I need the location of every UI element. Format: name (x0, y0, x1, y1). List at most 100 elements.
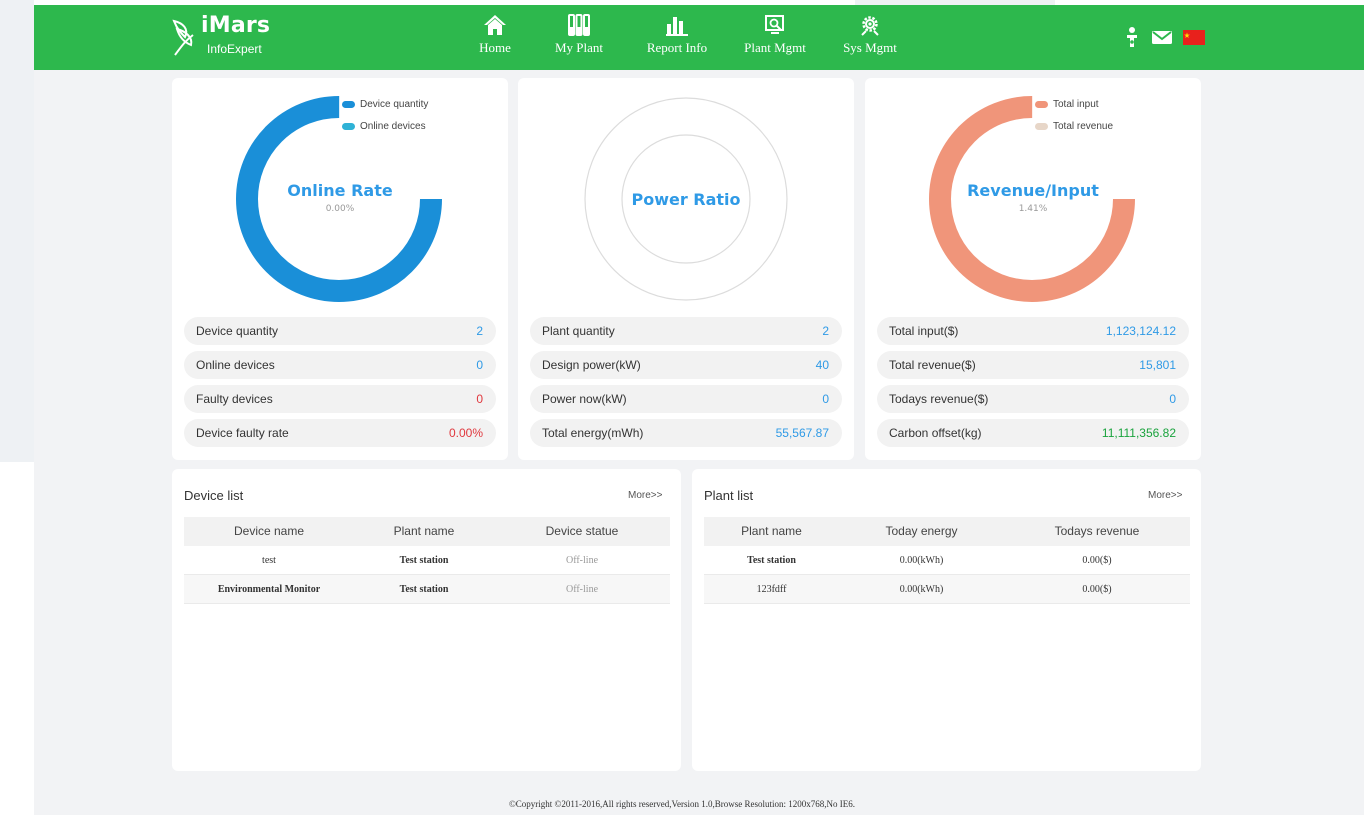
stat-value: 0 (476, 358, 483, 372)
stat-row-faulty-devices: Faulty devices 0 (184, 385, 496, 413)
stat-label: Faulty devices (196, 392, 273, 406)
stat-value: 0 (476, 392, 483, 406)
legend-label-total-revenue: Total revenue (1053, 121, 1114, 132)
table-header: Plant name Today energy Todays revenue (704, 517, 1190, 546)
table-row[interactable]: Environmental Monitor Test station Off-l… (184, 575, 670, 604)
stat-row-online-devices: Online devices 0 (184, 351, 496, 379)
stat-value: 15,801 (1139, 358, 1176, 372)
cell-plant-name: Test station (399, 584, 449, 595)
stat-label: Todays revenue($) (889, 392, 989, 406)
cell-plant-name: Test station (747, 555, 796, 566)
legend-item-total-revenue[interactable]: Total revenue (1035, 120, 1113, 142)
left-background-panel (0, 0, 34, 462)
legend-label-device-quantity: Device quantity (360, 99, 429, 110)
cell-device-status: Off-line (565, 555, 599, 566)
stat-label: Plant quantity (542, 324, 615, 338)
nav-my-plant[interactable]: My Plant (534, 13, 624, 65)
stat-value: 40 (815, 358, 829, 372)
column-header-plant-name: Plant name (741, 524, 802, 538)
cell-device-status: Off-line (565, 584, 599, 595)
stat-value: 1,123,124.12 (1105, 324, 1176, 338)
nav-plant-mgmt[interactable]: Plant Mgmt (730, 13, 820, 65)
revenue-input-value: 1.41% (1018, 204, 1048, 214)
plant-list-title: Plant list (704, 488, 754, 503)
stat-value: 55,567.87 (775, 426, 829, 440)
stat-row-todays-revenue: Todays revenue($) 0 (877, 385, 1189, 413)
stat-row-device-faulty-rate: Device faulty rate 0.00% (184, 419, 496, 447)
table-row[interactable]: Test station 0.00(kWh) 0.00($) (704, 546, 1190, 575)
stat-value: 2 (476, 324, 483, 338)
nav-home[interactable]: Home (450, 13, 540, 65)
home-icon (484, 15, 506, 35)
footer-copyright: ©Copyright ©2011-2016,All rights reserve… (508, 799, 856, 809)
stat-label: Total input($) (889, 324, 959, 338)
stat-label: Device faulty rate (196, 426, 289, 440)
stat-value: 2 (822, 324, 829, 338)
cell-todays-revenue: 0.00($) (1082, 555, 1112, 566)
cell-device-name: Environmental Monitor (217, 584, 321, 595)
stat-label: Total energy(mWh) (542, 426, 644, 440)
cell-device-name: test (262, 555, 276, 566)
column-header-today-energy: Today energy (885, 524, 958, 538)
online-rate-legend: Device quantity Online devices (342, 98, 428, 142)
power-ratio-title: Power Ratio (631, 190, 741, 209)
table-row[interactable]: test Test station Off-line (184, 546, 670, 575)
cell-todays-revenue: 0.00($) (1082, 584, 1112, 595)
gear-icon (861, 16, 879, 36)
app-name: iMars (201, 13, 271, 38)
legend-swatch-device-quantity (342, 100, 355, 108)
cell-today-energy: 0.00(kWh) (899, 555, 944, 566)
legend-item-online-devices[interactable]: Online devices (342, 120, 428, 142)
legend-item-total-input[interactable]: Total input (1035, 98, 1113, 120)
stat-row-power-now: Power now(kW) 0 (530, 385, 842, 413)
online-rate-card: Online Rate 0.00% Device quantity Online… (172, 78, 508, 460)
online-rate-value: 0.00% (325, 204, 355, 214)
app-logo[interactable]: iMars InfoExpert (171, 13, 291, 61)
device-list-more-link[interactable]: More>> (628, 490, 662, 501)
column-header-device-statue: Device statue (545, 524, 619, 538)
stat-row-device-quantity: Device quantity 2 (184, 317, 496, 345)
legend-swatch-total-revenue (1035, 122, 1048, 130)
stat-row-carbon-offset: Carbon offset(kg) 11,111,356.82 (877, 419, 1189, 447)
column-header-todays-revenue: Todays revenue (1054, 524, 1140, 538)
nav-report-info[interactable]: Report Info (632, 13, 722, 65)
table-row[interactable]: 123fdff 0.00(kWh) 0.00($) (704, 575, 1190, 604)
legend-label-total-input: Total input (1053, 99, 1099, 110)
cell-today-energy: 0.00(kWh) (899, 584, 944, 595)
device-list-panel: Device list More>> Device name Plant nam… (172, 469, 681, 771)
stat-label: Carbon offset(kg) (889, 426, 982, 440)
revenue-input-card: Revenue/Input 1.41% Total input Total re… (865, 78, 1201, 460)
column-header-plant-name: Plant name (393, 524, 455, 538)
stat-label: Device quantity (196, 324, 279, 338)
legend-label-online-devices: Online devices (360, 121, 426, 132)
online-rate-title: Online Rate (287, 181, 393, 200)
nav-sys-mgmt[interactable]: Sys Mgmt (825, 13, 915, 65)
stat-row-total-energy: Total energy(mWh) 55,567.87 (530, 419, 842, 447)
plant-list-more-link[interactable]: More>> (1148, 490, 1182, 501)
column-header-device-name: Device name (233, 524, 305, 538)
top-navigation-bar: iMars InfoExpert Home My Plant Report In… (34, 5, 1364, 70)
power-ratio-card: Power Ratio Plant quantity 2 Design powe… (518, 78, 854, 460)
plant-list-panel: Plant list More>> Plant name Today energ… (692, 469, 1201, 771)
cell-plant-name: Test station (399, 555, 449, 566)
nav-home-label: Home (479, 40, 511, 55)
nav-my-plant-label: My Plant (554, 40, 604, 55)
stat-value: 0 (822, 392, 829, 406)
stat-label: Online devices (196, 358, 275, 372)
cell-plant-name: 123fdff (756, 584, 787, 595)
plant-mgmt-icon (765, 15, 784, 34)
stat-value: 0 (1169, 392, 1176, 406)
user-icon[interactable] (1120, 25, 1144, 49)
mail-icon[interactable] (1150, 25, 1174, 49)
stat-label: Total revenue($) (889, 358, 976, 372)
nav-sys-mgmt-label: Sys Mgmt (843, 40, 897, 55)
revenue-input-title: Revenue/Input (967, 181, 1099, 200)
stat-value: 0.00% (448, 426, 483, 440)
revenue-input-legend: Total input Total revenue (1035, 98, 1113, 142)
legend-item-device-quantity[interactable]: Device quantity (342, 98, 428, 120)
leaf-logo-icon (172, 19, 194, 56)
stat-row-design-power: Design power(kW) 40 (530, 351, 842, 379)
stat-row-total-revenue: Total revenue($) 15,801 (877, 351, 1189, 379)
nav-report-info-label: Report Info (646, 40, 708, 55)
china-flag-icon[interactable] (1182, 25, 1206, 49)
